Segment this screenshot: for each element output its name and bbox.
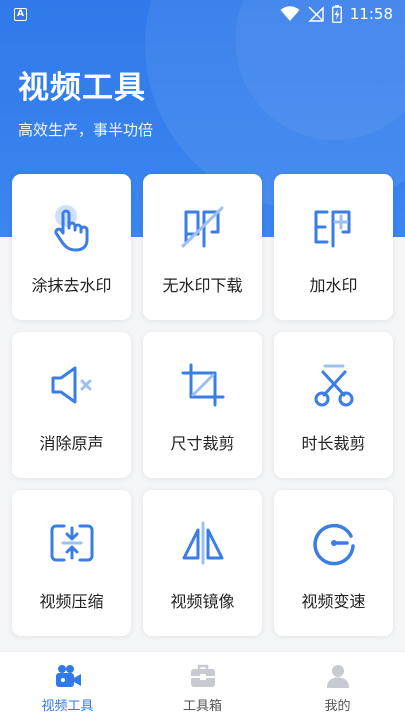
tool-label: 涂抹去水印	[31, 276, 112, 295]
page-subtitle: 高效生产，事半功倍	[18, 121, 154, 139]
tools-grid: 涂抹去水印 无水印下载 加水印 消除原声 尺寸裁剪 时长裁剪 视频压缩 视频镜像…	[12, 174, 393, 636]
tool-card-add-watermark[interactable]: 加水印	[274, 174, 393, 320]
page-title: 视频工具	[18, 70, 146, 106]
tool-label: 视频压缩	[39, 592, 104, 611]
tool-label: 无水印下载	[162, 276, 243, 295]
bottom-tab-bar: 视频工具 工具箱 我的	[0, 651, 405, 721]
speed-gauge-icon	[312, 523, 355, 566]
tool-label: 时长裁剪	[301, 434, 366, 453]
tool-card-video-mirror[interactable]: 视频镜像	[143, 490, 262, 636]
toolbox-icon	[190, 664, 215, 687]
status-time: 11:58	[349, 5, 393, 23]
tab-profile[interactable]: 我的	[270, 652, 405, 721]
watermark-off-icon	[181, 206, 223, 248]
user-icon	[326, 665, 349, 688]
tool-card-video-speed[interactable]: 视频变速	[274, 490, 393, 636]
compress-icon	[50, 524, 93, 562]
scissors-icon	[314, 364, 353, 407]
tool-label: 消除原声	[39, 434, 104, 453]
tool-label: 尺寸裁剪	[170, 434, 235, 453]
tool-card-video-compress[interactable]: 视频压缩	[12, 490, 131, 636]
no-signal-icon	[308, 6, 324, 22]
tab-label: 视频工具	[41, 699, 94, 714]
tool-card-no-watermark-download[interactable]: 无水印下载	[143, 174, 262, 320]
tool-label: 视频镜像	[170, 592, 235, 611]
mute-speaker-icon	[51, 366, 91, 404]
crop-icon	[181, 363, 224, 407]
tool-card-remove-audio[interactable]: 消除原声	[12, 332, 131, 478]
app-notification-icon: A	[14, 8, 27, 21]
tab-label: 工具箱	[182, 699, 222, 714]
tap-hand-icon	[53, 205, 88, 252]
status-bar: A 11:58	[0, 0, 405, 30]
battery-charging-icon	[331, 5, 342, 23]
tab-video-tools[interactable]: 视频工具	[0, 652, 135, 721]
tool-card-duration-trim[interactable]: 时长裁剪	[274, 332, 393, 478]
tool-card-smudge-remove-watermark[interactable]: 涂抹去水印	[12, 174, 131, 320]
watermark-add-icon	[314, 210, 350, 248]
tool-card-size-crop[interactable]: 尺寸裁剪	[143, 332, 262, 478]
tool-label: 加水印	[309, 276, 358, 295]
tab-toolbox[interactable]: 工具箱	[135, 652, 270, 721]
mirror-icon	[182, 521, 223, 565]
video-camera-icon	[55, 665, 81, 687]
tool-label: 视频变速	[301, 592, 366, 611]
wifi-icon	[280, 6, 300, 21]
tab-label: 我的	[324, 699, 351, 714]
